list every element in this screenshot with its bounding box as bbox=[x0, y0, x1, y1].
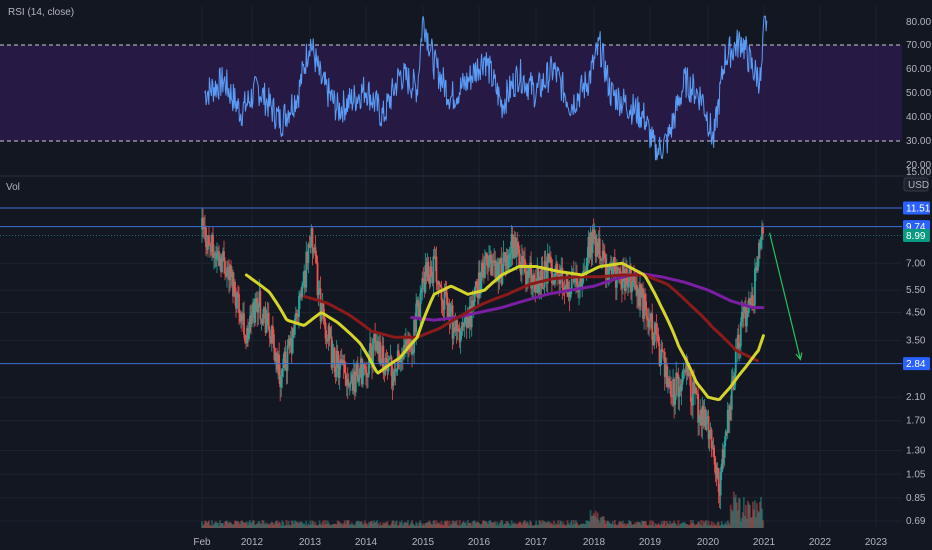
candle-body bbox=[675, 372, 678, 396]
time-tick-label: 2018 bbox=[583, 537, 606, 548]
volume-title[interactable]: Vol bbox=[6, 182, 20, 193]
time-tick-label: 2012 bbox=[241, 537, 264, 548]
price-tick-label: 1.30 bbox=[906, 446, 926, 457]
time-tick-label: 2023 bbox=[865, 537, 888, 548]
candle-body bbox=[265, 322, 268, 333]
candle-body bbox=[674, 395, 677, 405]
time-tick-label: 2017 bbox=[525, 537, 548, 548]
candle-body bbox=[752, 295, 754, 304]
candle-body bbox=[586, 257, 589, 271]
candle-body bbox=[259, 291, 262, 320]
rsi-tick-label: 70.00 bbox=[906, 40, 931, 51]
time-tick-label: 2014 bbox=[355, 537, 378, 548]
price-tag-label: 11.51 bbox=[906, 204, 931, 215]
candle-body bbox=[653, 333, 656, 346]
candle-body bbox=[382, 345, 385, 368]
candle-body bbox=[655, 323, 658, 335]
candle-body bbox=[268, 329, 271, 338]
candle-body bbox=[257, 303, 260, 313]
price-tag-label: 2.84 bbox=[906, 359, 926, 370]
candle-body bbox=[280, 375, 283, 388]
candle-body bbox=[273, 334, 275, 349]
candle-body bbox=[278, 354, 281, 376]
candle-body bbox=[688, 372, 691, 375]
price-tick-label: 0.69 bbox=[906, 516, 926, 527]
time-tick-label: 2020 bbox=[697, 537, 720, 548]
candle-body bbox=[294, 313, 297, 320]
candle-body bbox=[657, 334, 660, 344]
rsi-tick-label: 60.00 bbox=[906, 64, 931, 75]
time-tick-label: 2021 bbox=[753, 537, 776, 548]
candle-body bbox=[556, 263, 559, 275]
candle-body bbox=[705, 417, 708, 430]
price-tick-label: 7.00 bbox=[906, 258, 926, 269]
candle-body bbox=[689, 374, 692, 402]
chart-canvas: 80.0070.0060.0050.0040.0030.0020.0015.00… bbox=[0, 0, 932, 550]
candle-body bbox=[676, 372, 679, 375]
time-tick-label: 2022 bbox=[809, 537, 832, 548]
rsi-tick-label: 50.00 bbox=[906, 88, 931, 99]
candle-body bbox=[298, 296, 300, 317]
price-tick-label: 2.10 bbox=[906, 392, 926, 403]
price-tick-label: 0.85 bbox=[906, 493, 926, 504]
candle-body bbox=[581, 282, 584, 287]
candle-body bbox=[535, 289, 538, 293]
candle-body bbox=[267, 312, 270, 330]
rsi-tick-label: 40.00 bbox=[906, 112, 931, 123]
rsi-band-fill bbox=[0, 45, 902, 141]
candle-body bbox=[651, 313, 654, 340]
price-tick-label: 4.50 bbox=[906, 307, 926, 318]
candle-body bbox=[354, 374, 357, 393]
price-tick-label: 1.05 bbox=[906, 469, 926, 480]
candle-body bbox=[681, 372, 684, 385]
rsi-tick-label: 80.00 bbox=[906, 17, 931, 28]
price-tick-label: 3.50 bbox=[906, 335, 926, 346]
candle-body bbox=[544, 261, 547, 268]
rsi-tick-label: 30.00 bbox=[906, 136, 931, 147]
candle-body bbox=[569, 291, 572, 298]
candle-body bbox=[698, 418, 701, 423]
candle-body bbox=[302, 282, 305, 286]
candle-body bbox=[661, 349, 664, 352]
candle-body bbox=[243, 313, 245, 335]
candle-body bbox=[573, 279, 576, 283]
candle-body bbox=[286, 345, 289, 371]
candle-body bbox=[271, 325, 274, 335]
volume-bar bbox=[762, 520, 764, 528]
candle-body bbox=[295, 313, 298, 314]
time-tick-label: 2013 bbox=[299, 537, 322, 548]
candle-body bbox=[484, 257, 486, 278]
candle-body bbox=[432, 256, 435, 283]
candle-body bbox=[262, 308, 265, 324]
rsi-tick-label: 15.00 bbox=[906, 167, 931, 178]
time-tick-label: Feb bbox=[193, 537, 211, 548]
candle-body bbox=[284, 351, 287, 368]
rsi-title[interactable]: RSI (14, close) bbox=[8, 7, 74, 18]
candle-body bbox=[440, 286, 443, 300]
candle-body bbox=[762, 226, 764, 234]
candle-body bbox=[301, 285, 304, 298]
candle-body bbox=[251, 312, 253, 324]
candle-body bbox=[254, 298, 257, 323]
price-tick-label: 5.50 bbox=[906, 285, 926, 296]
candle-body bbox=[549, 256, 552, 260]
candle-body bbox=[598, 238, 601, 259]
candle-body bbox=[388, 358, 391, 360]
price-tag-label: 8.99 bbox=[906, 231, 926, 242]
time-tick-label: 2016 bbox=[468, 537, 491, 548]
time-tick-label: 2015 bbox=[412, 537, 435, 548]
time-tick-label: 2019 bbox=[639, 537, 662, 548]
candle-body bbox=[435, 256, 438, 283]
currency-label: USD bbox=[908, 180, 929, 191]
rsi-overbought-oversold-band bbox=[0, 44, 902, 142]
candle-body bbox=[695, 387, 697, 394]
candle-body bbox=[659, 358, 662, 366]
candle-body bbox=[541, 267, 544, 289]
price-tick-label: 1.70 bbox=[906, 416, 926, 427]
candle-body bbox=[248, 332, 250, 339]
candle-body bbox=[680, 384, 683, 392]
candle-body bbox=[670, 381, 672, 397]
candle-body bbox=[542, 287, 545, 289]
candle-body bbox=[281, 368, 284, 376]
